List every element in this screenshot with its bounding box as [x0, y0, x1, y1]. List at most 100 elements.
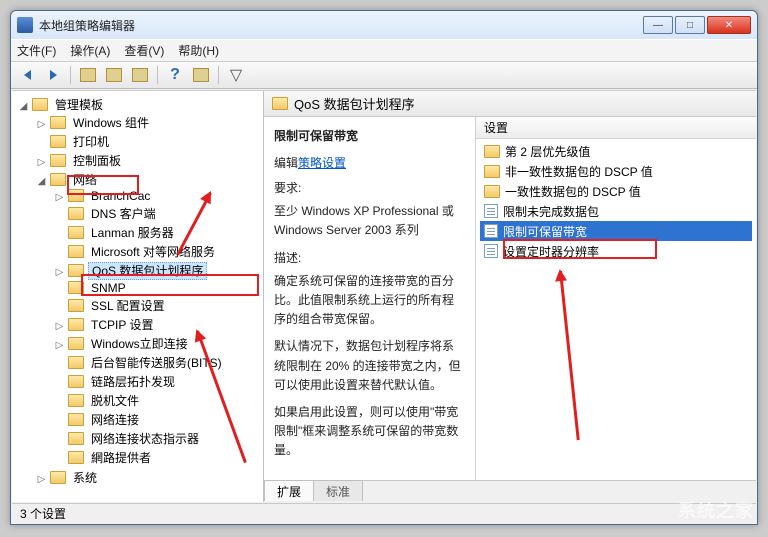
req-text: 至少 Windows XP Professional 或 Windows Ser… — [274, 202, 465, 240]
desc-p2: 默认情况下，数据包计划程序将系统限制在 20% 的连接带宽之内，但可以使用此设置… — [274, 337, 465, 395]
folder-icon — [68, 394, 84, 407]
tree-node-offline[interactable]: 脱机文件 — [54, 391, 261, 410]
tab-extended[interactable]: 扩展 — [264, 480, 314, 501]
toolbar: ? ▽ — [11, 61, 757, 89]
policy-settings-link[interactable]: 策略设置 — [298, 156, 346, 170]
tree-node-printer[interactable]: 打印机 — [36, 132, 261, 151]
filter-button[interactable]: ▽ — [224, 64, 248, 86]
settings-header[interactable]: 设置 — [476, 117, 756, 139]
tree-node-netstatus[interactable]: 网络连接状态指示器 — [54, 429, 261, 448]
window-title: 本地组策略编辑器 — [39, 17, 643, 34]
tree-node-ssl[interactable]: SSL 配置设置 — [54, 296, 261, 315]
tree-node-lanman[interactable]: Lanman 服务器 — [54, 223, 261, 242]
folder-icon — [68, 207, 84, 220]
arrow-left-icon — [24, 70, 31, 80]
policy-icon — [484, 244, 498, 258]
desc-p3: 如果启用此设置，则可以使用"带宽限制"框来调整系统可保留的带宽数量。 — [274, 403, 465, 461]
properties-icon — [193, 68, 209, 82]
setting-dscp-conform[interactable]: 一致性数据包的 DSCP 值 — [480, 181, 752, 201]
gpedit-window: 本地组策略编辑器 — □ ✕ 文件(F) 操作(A) 查看(V) 帮助(H) ?… — [10, 10, 758, 525]
tree-node-control-panel[interactable]: ▷控制面板 — [36, 151, 261, 170]
tree-pane[interactable]: ◢管理模板 ▷Windows 组件 打印机 ▷控制面板 ◢网络 ▷BranchC… — [12, 91, 264, 502]
tree-node-windows-components[interactable]: ▷Windows 组件 — [36, 113, 261, 132]
tab-standard[interactable]: 标准 — [313, 480, 363, 501]
folder-icon — [68, 299, 84, 312]
folder-icon — [50, 154, 66, 167]
menu-file[interactable]: 文件(F) — [17, 42, 56, 59]
folder-icon — [68, 337, 84, 350]
tree-node-netlogon[interactable]: 網路提供者 — [54, 448, 261, 467]
show-hide-tree-button[interactable] — [102, 64, 126, 86]
menubar: 文件(F) 操作(A) 查看(V) 帮助(H) — [11, 39, 757, 61]
folder-icon — [484, 185, 500, 198]
folder-icon — [68, 451, 84, 464]
tree-node-bits[interactable]: 后台智能传送服务(BITS) — [54, 353, 261, 372]
setting-dscp-nonconform[interactable]: 非一致性数据包的 DSCP 值 — [480, 161, 752, 181]
menu-view[interactable]: 查看(V) — [124, 42, 164, 59]
folder-icon — [68, 189, 84, 202]
separator — [157, 66, 158, 84]
separator — [70, 66, 71, 84]
folder-icon — [50, 135, 66, 148]
description-pane: 限制可保留带宽 编辑策略设置 要求: 至少 Windows XP Profess… — [264, 117, 476, 480]
folder-icon — [68, 413, 84, 426]
folder-icon — [50, 116, 66, 129]
folder-icon — [50, 471, 66, 484]
tree-node-netconn[interactable]: 网络连接 — [54, 410, 261, 429]
maximize-button[interactable]: □ — [675, 16, 705, 34]
content-area: ◢管理模板 ▷Windows 组件 打印机 ▷控制面板 ◢网络 ▷BranchC… — [12, 90, 756, 502]
folder-icon — [68, 318, 84, 331]
folder-up-icon — [80, 68, 96, 82]
policy-icon — [484, 224, 498, 238]
desc-p1: 确定系统可保留的连接带宽的百分比。此值限制系统上运行的所有程序的组合带宽保留。 — [274, 272, 465, 330]
setting-layer2[interactable]: 第 2 层优先级值 — [480, 141, 752, 161]
help-button[interactable]: ? — [163, 64, 187, 86]
nav-back-button[interactable] — [15, 64, 39, 86]
tree-node-lltd[interactable]: 链路层拓扑发现 — [54, 372, 261, 391]
tree-node-admin-templates[interactable]: ◢管理模板 ▷Windows 组件 打印机 ▷控制面板 ◢网络 ▷BranchC… — [18, 95, 261, 488]
right-body: 限制可保留带宽 编辑策略设置 要求: 至少 Windows XP Profess… — [264, 117, 756, 480]
settings-list[interactable]: 第 2 层优先级值 非一致性数据包的 DSCP 值 一致性数据包的 DSCP 值… — [476, 139, 756, 480]
list-icon — [132, 68, 148, 82]
properties-button[interactable] — [189, 64, 213, 86]
right-header-title: QoS 数据包计划程序 — [294, 94, 415, 113]
arrow-right-icon — [50, 70, 57, 80]
settings-pane: 设置 第 2 层优先级值 非一致性数据包的 DSCP 值 一致性数据包的 DSC… — [476, 117, 756, 480]
tree-node-msp2p[interactable]: Microsoft 对等网络服务 — [54, 242, 261, 261]
tree-node-tcpip[interactable]: ▷TCPIP 设置 — [54, 315, 261, 334]
folder-icon — [32, 98, 48, 111]
setting-outstanding-packets[interactable]: 限制未完成数据包 — [480, 201, 752, 221]
folder-icon — [272, 97, 288, 110]
tree-node-qos[interactable]: ▷QoS 数据包计划程序 — [54, 261, 261, 280]
minimize-button[interactable]: — — [643, 16, 673, 34]
right-pane: QoS 数据包计划程序 限制可保留带宽 编辑策略设置 要求: 至少 Window… — [264, 91, 756, 502]
setting-timer-resolution[interactable]: 设置定时器分辨率 — [480, 241, 752, 261]
folder-icon — [68, 356, 84, 369]
menu-help[interactable]: 帮助(H) — [178, 42, 219, 59]
window-controls: — □ ✕ — [643, 16, 751, 34]
desc-label: 描述: — [274, 249, 465, 268]
tree-node-system[interactable]: ▷系统 — [36, 468, 261, 487]
tree-node-dns[interactable]: DNS 客户端 — [54, 204, 261, 223]
right-header: QoS 数据包计划程序 — [264, 91, 756, 117]
edit-policy-row: 编辑策略设置 — [274, 154, 465, 171]
folder-icon — [68, 375, 84, 388]
export-list-button[interactable] — [128, 64, 152, 86]
tree-node-snmp[interactable]: SNMP — [54, 280, 261, 296]
nav-forward-button[interactable] — [41, 64, 65, 86]
tree-node-branchcache[interactable]: ▷BranchCac — [54, 188, 261, 204]
funnel-icon: ▽ — [230, 65, 242, 85]
right-tabs: 扩展 标准 — [264, 480, 756, 502]
close-button[interactable]: ✕ — [707, 16, 751, 34]
req-label: 要求: — [274, 179, 465, 198]
tree-node-winconn[interactable]: ▷Windows立即连接 — [54, 334, 261, 353]
help-icon: ? — [170, 66, 180, 84]
folder-icon — [50, 173, 66, 186]
menu-action[interactable]: 操作(A) — [70, 42, 110, 59]
setting-limit-bandwidth[interactable]: 限制可保留带宽 — [480, 221, 752, 241]
tree-node-network[interactable]: ◢网络 ▷BranchCac DNS 客户端 Lanman 服务器 Micros… — [36, 170, 261, 468]
up-level-button[interactable] — [76, 64, 100, 86]
folder-icon — [68, 264, 84, 277]
folder-icon — [68, 226, 84, 239]
titlebar[interactable]: 本地组策略编辑器 — □ ✕ — [11, 11, 757, 39]
